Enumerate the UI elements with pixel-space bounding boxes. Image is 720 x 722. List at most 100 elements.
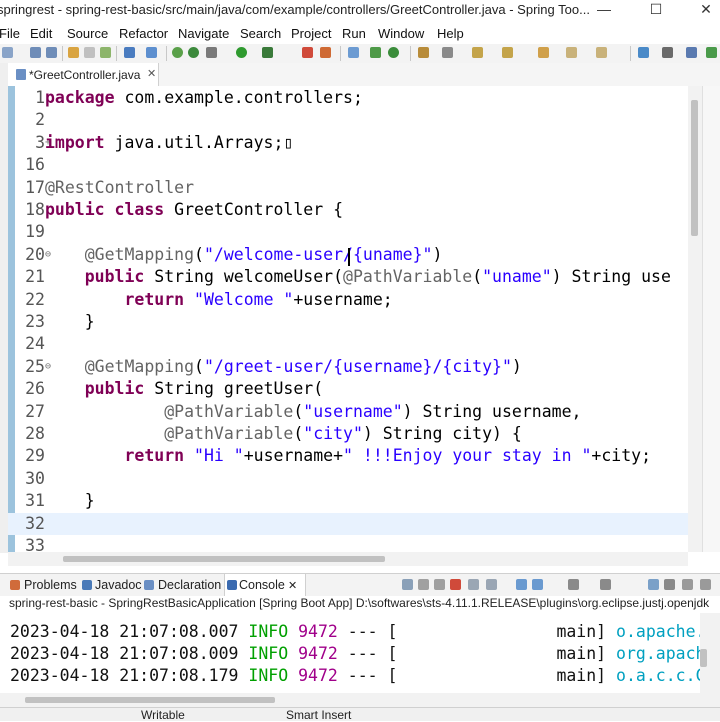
gear-icon[interactable] <box>664 579 675 590</box>
open-perspective-icon[interactable] <box>638 47 649 58</box>
code-line[interactable]: 29 return "Hi "+username+" !!!Enjoy your… <box>8 445 688 467</box>
minimize-button[interactable]: — <box>584 0 624 21</box>
code-line[interactable]: 26 public String greetUser( <box>8 378 688 400</box>
tab-greet-controller[interactable]: *GreetController.java ✕ <box>8 63 159 86</box>
editor-vertical-scroll-thumb[interactable] <box>691 100 698 236</box>
menu-help[interactable]: Help <box>437 26 464 41</box>
tab-javadoc[interactable]: Javadoc <box>95 578 142 592</box>
format-icon[interactable] <box>100 47 111 58</box>
pin-icon[interactable] <box>402 579 413 590</box>
tab-console[interactable]: Console <box>239 578 285 592</box>
clear-console-icon[interactable] <box>468 579 479 590</box>
code-line[interactable]: 17 @RestController <box>8 177 688 199</box>
code-line[interactable]: 24 <box>8 333 688 355</box>
last-edit-icon[interactable] <box>538 47 549 58</box>
code-line[interactable]: 3 + import java.util.Arrays;▯ <box>8 132 688 154</box>
terminate-icon[interactable] <box>450 579 461 590</box>
search-icon[interactable] <box>442 47 453 58</box>
console-output[interactable]: 2023-04-18 21:07:08.007 INFO 9472 --- [ … <box>0 613 700 693</box>
maximize-view-icon[interactable] <box>700 579 711 590</box>
editor-vertical-scrollbar[interactable] <box>688 86 702 552</box>
remove-launch-icon[interactable] <box>418 579 429 590</box>
forward-icon[interactable] <box>596 47 607 58</box>
console-vertical-scroll-thumb[interactable] <box>700 649 707 667</box>
show-console-icon[interactable] <box>532 579 543 590</box>
spring-icon[interactable] <box>172 47 183 58</box>
back-icon[interactable] <box>566 47 577 58</box>
new-class-icon[interactable] <box>388 47 399 58</box>
code-line[interactable]: 19 <box>8 221 688 243</box>
console-vertical-scrollbar[interactable] <box>700 613 720 693</box>
save-icon[interactable] <box>30 47 41 58</box>
code-line[interactable]: 22 return "Welcome "+username; <box>8 289 688 311</box>
tab-problems[interactable]: Problems <box>24 578 77 592</box>
stop-icon[interactable] <box>302 47 313 58</box>
coverage-icon[interactable] <box>262 47 273 58</box>
code-line[interactable]: 21 public String welcomeUser(@PathVariab… <box>8 266 688 288</box>
console-horizontal-scrollbar[interactable] <box>0 693 720 707</box>
code-line[interactable]: 1 package com.example.controllers; <box>8 87 688 109</box>
text-cursor <box>348 248 350 266</box>
line-number: 31 <box>25 491 45 511</box>
menu-search[interactable]: Search <box>240 26 281 41</box>
run-icon[interactable] <box>236 47 247 58</box>
save-all-icon[interactable] <box>46 47 57 58</box>
editor-horizontal-scrollbar[interactable] <box>8 552 688 566</box>
java-perspective-icon[interactable] <box>686 47 697 58</box>
next-annotation-icon[interactable] <box>472 47 483 58</box>
display-console-icon[interactable] <box>568 579 579 590</box>
open-console-icon[interactable] <box>600 579 611 590</box>
tab-declaration[interactable]: Declaration <box>158 578 221 592</box>
code-line[interactable]: 16 <box>8 154 688 176</box>
new-icon[interactable] <box>2 47 13 58</box>
code-line[interactable]: 25 ⊖ @GetMapping("/greet-user/{username}/… <box>8 356 688 378</box>
remove-all-icon[interactable] <box>434 579 445 590</box>
code-line[interactable]: 30 <box>8 468 688 490</box>
line-number: 33 <box>25 536 45 552</box>
view-menu-icon[interactable] <box>648 579 659 590</box>
overview-ruler[interactable] <box>702 86 720 552</box>
title-bar: springrest - spring-rest-basic/src/main/… <box>0 0 720 21</box>
toggle-mark-icon[interactable] <box>68 47 79 58</box>
spring-perspective-icon[interactable] <box>706 47 717 58</box>
code-line[interactable]: 31 } <box>8 490 688 512</box>
open-type-icon[interactable] <box>418 47 429 58</box>
menu-window[interactable]: Window <box>378 26 424 41</box>
word-wrap-icon[interactable] <box>516 579 527 590</box>
code-line[interactable]: 23 } <box>8 311 688 333</box>
code-line[interactable]: 2 <box>8 109 688 131</box>
code-editor[interactable]: 1 package com.example.controllers; 2 3 + impo… <box>8 86 688 552</box>
new-package-icon[interactable] <box>370 47 381 58</box>
previous-annotation-icon[interactable] <box>502 47 513 58</box>
toggle-block-icon[interactable] <box>84 47 95 58</box>
terminal-icon[interactable] <box>124 47 135 58</box>
external-tools-icon[interactable] <box>320 47 331 58</box>
editor-horizontal-scroll-thumb[interactable] <box>63 556 385 562</box>
minimize-view-icon[interactable] <box>682 579 693 590</box>
menu-file[interactable]: File <box>0 26 20 41</box>
code-line[interactable]: 32 <box>8 512 688 535</box>
debug-dropdown-icon[interactable] <box>206 47 217 58</box>
new-java-project-icon[interactable] <box>348 47 359 58</box>
code-text: public String greetUser( <box>84 379 324 399</box>
code-line[interactable]: 28 @PathVariable("city") String city) { <box>8 423 688 445</box>
scroll-lock-icon[interactable] <box>486 579 497 590</box>
console-horizontal-scroll-thumb[interactable] <box>25 697 275 703</box>
code-line[interactable]: 18 public class GreetController { <box>8 199 688 221</box>
boot-dashboard-icon[interactable] <box>146 47 157 58</box>
debug-icon[interactable] <box>188 47 199 58</box>
menu-run[interactable]: Run <box>342 26 366 41</box>
close-icon[interactable]: ✕ <box>147 67 156 80</box>
line-number: 26 <box>25 379 45 399</box>
maximize-button[interactable]: ☐ <box>636 0 676 21</box>
code-line[interactable]: 27 @PathVariable("username") String user… <box>8 401 688 423</box>
quick-access-icon[interactable] <box>662 47 673 58</box>
menu-project[interactable]: Project <box>291 26 331 41</box>
code-line[interactable]: 33 <box>8 535 688 552</box>
menu-edit[interactable]: Edit <box>30 26 52 41</box>
menu-navigate[interactable]: Navigate <box>178 26 229 41</box>
close-icon[interactable]: ✕ <box>288 579 297 592</box>
close-window-button[interactable]: ✕ <box>686 0 720 21</box>
menu-source[interactable]: Source <box>67 26 108 41</box>
menu-refactor[interactable]: Refactor <box>119 26 168 41</box>
